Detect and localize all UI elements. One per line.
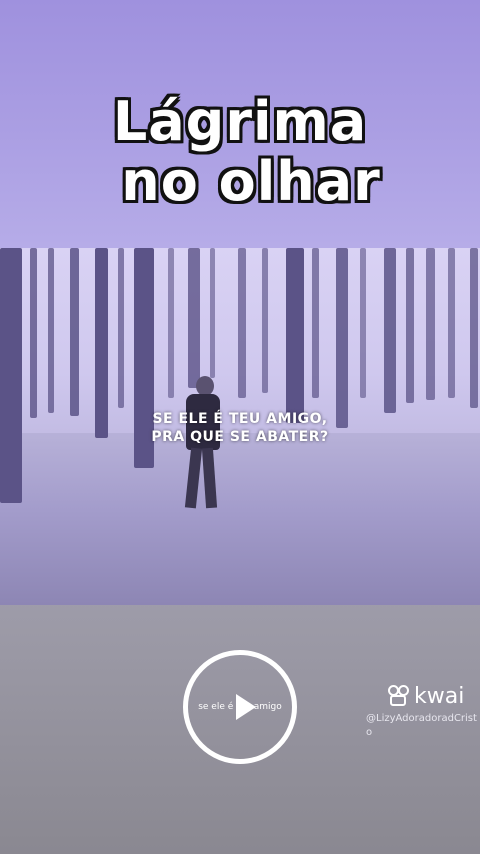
forest-ground [0,433,480,605]
tree-trunk [470,248,478,408]
kwai-watermark: kwai [388,682,464,710]
author-handle: @LizyAdoradoradCristo [366,713,477,738]
tree-trunk [188,248,200,388]
tree-trunk [426,248,435,400]
title-line-2: no olhar [121,150,381,213]
tree-trunk [30,248,37,418]
video-title: Lágrima no olhar [0,92,480,212]
tree-trunk [210,248,215,378]
tree-trunk [384,248,396,413]
kwai-logo-icon [388,685,410,707]
kwai-brand-text: kwai [414,683,465,709]
video-frame[interactable]: SE ELE É TEU AMIGO, PRA QUE SE ABATER? [0,248,480,605]
tree-trunk [336,248,348,428]
tree-trunk [406,248,414,403]
play-icon [236,694,256,720]
tree-trunk [312,248,319,398]
play-button[interactable]: se ele é teu amigo [183,650,297,764]
title-line-1: Lágrima [112,90,368,153]
tree-trunk [118,248,124,408]
tree-trunk [262,248,268,393]
tree-trunk [286,248,304,423]
tree-trunk [70,248,79,416]
caption-line-2: PRA QUE SE ABATER? [151,429,329,445]
tree-trunk [48,248,54,413]
tree-trunk [0,248,22,503]
tree-trunk [168,248,174,398]
tree-trunk [238,248,246,398]
tree-trunk [360,248,366,398]
caption-line-1: SE ELE É TEU AMIGO, [152,411,328,427]
tree-trunk [448,248,455,398]
video-caption: SE ELE É TEU AMIGO, PRA QUE SE ABATER? [0,410,480,446]
walking-person [180,376,226,516]
